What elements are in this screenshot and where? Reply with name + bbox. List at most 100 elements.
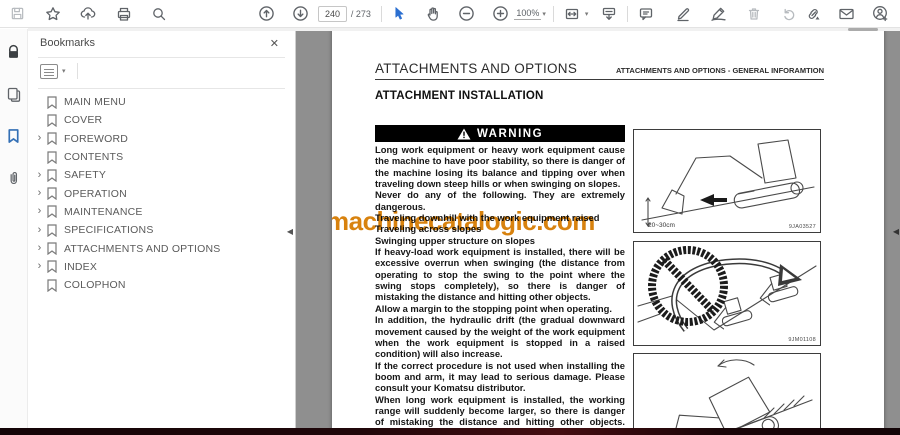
bottom-window-edge (0, 428, 900, 435)
comment-button[interactable] (634, 2, 658, 26)
bookmark-item-main-menu[interactable]: MAIN MENU (28, 93, 295, 111)
bookmarks-panel-icon[interactable] (3, 125, 25, 147)
bookmark-icon (47, 224, 57, 237)
bookmark-item-cover[interactable]: COVER (28, 111, 295, 129)
warning-banner: WARNING (375, 125, 625, 142)
paragraph: If heavy-load work equipment is installe… (375, 246, 625, 303)
bookmark-label: FOREWORD (64, 132, 129, 145)
expand-chevron-icon[interactable]: › (33, 188, 46, 199)
expand-chevron-icon[interactable]: › (33, 206, 46, 217)
email-button[interactable] (835, 2, 859, 26)
highlight-pen-button[interactable] (671, 2, 695, 26)
bookmark-label: SPECIFICATIONS (64, 224, 154, 237)
sidebar-collapse-icon[interactable]: ◀ (287, 227, 293, 236)
select-tool-button[interactable] (388, 2, 412, 26)
paragraph: Allow a margin to the stopping point whe… (375, 302, 612, 314)
bookmark-label: COVER (64, 114, 103, 127)
figure-swing-on-slope (633, 353, 821, 435)
figure-code: 9JA03527 (788, 224, 816, 230)
bookmark-label: MAINTENANCE (64, 205, 143, 218)
panel-title: Bookmarks (40, 37, 96, 49)
bookmark-label: MAIN MENU (64, 96, 126, 109)
bookmark-label: CONTENTS (64, 151, 124, 164)
horizontal-scrollbar-thumb[interactable] (848, 28, 878, 31)
reading-mode-button[interactable] (597, 2, 621, 26)
bookmark-label: ATTACHMENTS AND OPTIONS (64, 242, 221, 255)
pdf-page: ATTACHMENTS AND OPTIONS ATTACHMENTS AND … (332, 29, 884, 435)
bookmark-list: MAIN MENU COVER › FOREWORD CONTENTS › SA… (28, 89, 295, 294)
zoom-out-button[interactable] (455, 2, 479, 26)
bookmark-label: COLOPHON (64, 279, 126, 292)
bookmark-item-index[interactable]: › INDEX (28, 258, 295, 276)
delete-button[interactable] (742, 2, 766, 26)
navigation-rail (0, 29, 28, 435)
figure-3-illustration (669, 359, 813, 435)
page-number-input[interactable]: 240 (318, 5, 347, 22)
signature-button[interactable] (707, 2, 731, 26)
expand-chevron-icon[interactable]: › (33, 224, 46, 236)
toolbar: 240 / 273 100% ▾ ▾ (0, 0, 900, 28)
figure-code: 9JM01108 (788, 337, 816, 343)
zoom-in-button[interactable] (488, 2, 512, 26)
expand-chevron-icon[interactable]: › (33, 169, 46, 181)
figure-dimension-label: 20~30cm (648, 222, 675, 229)
bookmark-item-safety[interactable]: › SAFETY (28, 166, 295, 184)
undo-button[interactable] (777, 2, 801, 26)
zoom-level-select[interactable]: 100% (514, 7, 542, 20)
bookmark-item-foreword[interactable]: › FOREWORD (28, 130, 295, 148)
warning-label: WARNING (476, 127, 544, 140)
search-icon[interactable] (147, 2, 171, 26)
share-link-button[interactable] (801, 2, 825, 26)
bookmark-icon (47, 169, 57, 182)
warning-body-text: Long work equipment or heavy work equipm… (375, 144, 625, 435)
paragraph: In addition, the hydraulic drift (the gr… (375, 314, 625, 360)
bookmark-item-contents[interactable]: CONTENTS (28, 148, 295, 166)
header-rule (375, 79, 824, 80)
bookmark-icon (47, 150, 57, 164)
save-button[interactable] (6, 2, 30, 26)
favorite-star-button[interactable] (41, 2, 65, 26)
bookmark-options-caret-icon[interactable]: ▾ (62, 67, 66, 75)
bookmark-item-maintenance[interactable]: › MAINTENANCE (28, 203, 295, 221)
expand-chevron-icon[interactable]: › (33, 133, 46, 144)
bookmark-icon (47, 187, 57, 201)
bookmark-icon (47, 279, 57, 292)
right-panel-collapse-icon[interactable]: ◀ (893, 227, 899, 236)
bookmark-item-attachments-and-options[interactable]: › ATTACHMENTS AND OPTIONS (28, 239, 295, 257)
fit-width-button[interactable] (560, 2, 584, 26)
expand-chevron-icon[interactable]: › (33, 243, 46, 254)
horizontal-scrollbar[interactable] (28, 28, 900, 31)
zoom-caret-icon[interactable]: ▾ (542, 10, 546, 18)
warning-triangle-icon (457, 128, 471, 139)
expand-chevron-icon[interactable]: › (33, 261, 46, 272)
bookmark-icon (47, 132, 57, 146)
secure-lock-icon[interactable] (3, 41, 25, 63)
bookmark-label: SAFETY (64, 169, 107, 182)
previous-page-button[interactable] (255, 2, 279, 26)
bookmark-item-specifications[interactable]: › SPECIFICATIONS (28, 221, 295, 239)
figure-no-swing-on-slope: 9JM01108 (633, 241, 821, 346)
share-upload-button[interactable] (76, 2, 100, 26)
next-page-button[interactable] (288, 2, 312, 26)
bookmark-label: INDEX (64, 260, 98, 273)
watermark-text: machinecatalogic.com (332, 206, 595, 236)
hand-tool-button[interactable] (421, 2, 445, 26)
print-button[interactable] (112, 2, 136, 26)
figure-2-illustration (637, 246, 817, 332)
bookmark-item-colophon[interactable]: COLOPHON (28, 276, 295, 294)
bookmark-item-operation[interactable]: › OPERATION (28, 184, 295, 202)
pages-panel-icon[interactable] (3, 83, 25, 105)
bookmark-icon (47, 205, 57, 219)
account-button[interactable] (868, 2, 892, 26)
paragraph: If the correct procedure is not used whe… (375, 359, 625, 394)
page-total-label: / 273 (350, 8, 371, 19)
attachments-panel-icon[interactable] (3, 167, 25, 189)
fit-caret-icon[interactable]: ▾ (585, 10, 589, 18)
bookmark-label: OPERATION (64, 187, 127, 200)
bookmark-options-button[interactable] (40, 63, 58, 79)
close-panel-icon[interactable]: ✕ (266, 35, 283, 52)
document-area[interactable]: ATTACHMENTS AND OPTIONS ATTACHMENTS AND … (296, 29, 900, 435)
section-title: ATTACHMENT INSTALLATION (375, 90, 544, 102)
figure-1-illustration (641, 139, 815, 227)
figure-travel-downhill: 20~30cm 9JA03527 (633, 129, 821, 233)
